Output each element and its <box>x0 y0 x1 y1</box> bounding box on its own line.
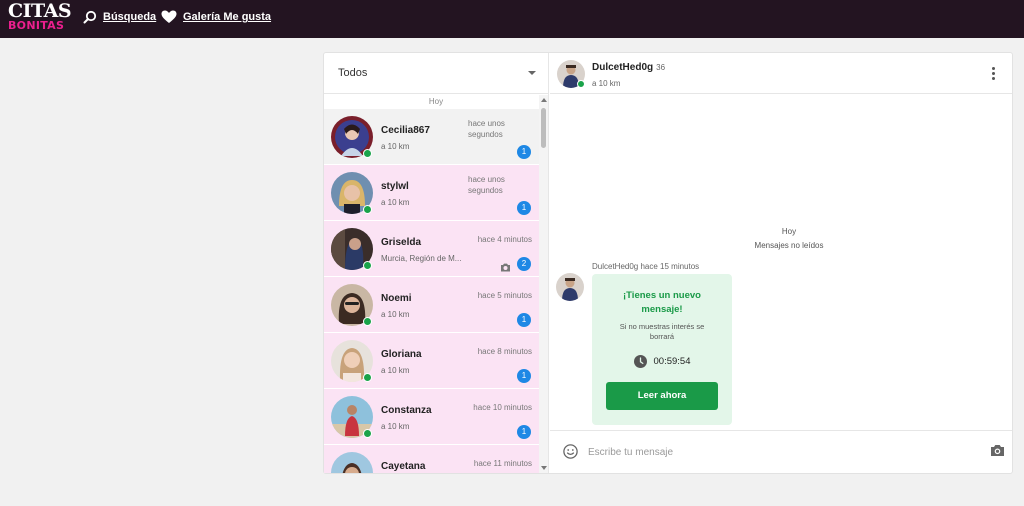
conversation-distance: a 10 km <box>381 198 410 207</box>
conversation-time: hace unos segundos <box>468 119 505 139</box>
online-status-dot <box>363 429 372 438</box>
locked-message-bubble: ¡Tienes un nuevo mensaje! Si no muestras… <box>592 274 732 425</box>
conversation-distance: a 10 km <box>381 142 410 151</box>
site-logo[interactable]: CITAS BONITAS <box>8 2 72 36</box>
conversation-distance: a 10 km <box>381 310 410 319</box>
conversation-name: Griselda <box>381 237 422 248</box>
nav-likes-gallery-link[interactable]: Galería Me gusta <box>161 10 271 24</box>
conversation-time: hace 4 minutos <box>477 235 532 244</box>
conversation-time: hace 10 minutos <box>473 403 532 412</box>
nav-search-link[interactable]: Búsqueda <box>83 10 156 24</box>
online-status-dot <box>363 317 372 326</box>
filter-selected-value: Todos <box>338 67 368 79</box>
conversation-item[interactable]: Griselda Murcia, Región de M... hace 4 m… <box>324 221 539 277</box>
conversation-name: Gloriana <box>381 349 422 360</box>
unread-count-badge: 1 <box>517 201 531 215</box>
online-status-dot <box>363 205 372 214</box>
more-vertical-icon[interactable] <box>992 67 996 82</box>
top-navigation-bar: CITAS BONITAS Búsqueda Galería Me gusta <box>0 0 1024 38</box>
chat-contact-name[interactable]: DulcetHed0g 36 <box>592 62 665 73</box>
scroll-up-arrow-icon[interactable] <box>541 98 547 102</box>
conversation-list: Cecilia867 a 10 km hace unos segundos 1 … <box>324 109 539 473</box>
unread-count-badge: 1 <box>517 145 531 159</box>
message-input[interactable] <box>588 442 968 462</box>
conversation-name: Constanza <box>381 405 432 416</box>
conversation-distance: a 10 km <box>381 422 410 431</box>
read-now-button[interactable]: Leer ahora <box>606 382 718 410</box>
chat-panel: DulcetHed0g 36 a 10 km Hoy Mensajes no le… <box>550 53 1012 473</box>
chat-header: DulcetHed0g 36 a 10 km <box>550 53 1012 94</box>
online-status-dot <box>363 373 372 382</box>
emoji-icon[interactable] <box>563 444 578 464</box>
bubble-subtitle: Si no muestras interés se borrará <box>619 322 705 341</box>
conversation-name: Noemi <box>381 293 412 304</box>
conversation-item[interactable]: Cecilia867 a 10 km hace unos segundos 1 <box>324 109 539 165</box>
conversation-time: hace 11 minutos <box>473 459 532 468</box>
unread-messages-label: Mensajes no leídos <box>754 241 824 250</box>
message-composer <box>550 430 1012 473</box>
chat-contact-age: 36 <box>656 63 666 72</box>
bubble-title: ¡Tienes un nuevo mensaje! <box>623 290 701 315</box>
conversation-name: stylwl <box>381 181 409 192</box>
unread-count-badge: 1 <box>517 369 531 383</box>
camera-icon[interactable] <box>990 444 1005 462</box>
message-meta: DulcetHed0g hace 15 minutos <box>592 262 700 271</box>
conversation-item[interactable]: Gloriana a 10 km hace 8 minutos 1 <box>324 333 539 389</box>
chat-day-separator: Hoy <box>781 227 797 236</box>
online-status-dot <box>363 149 372 158</box>
conversation-list-panel: Todos Hoy Cecilia867 a 10 km hace unos s… <box>324 53 549 473</box>
chat-contact-username: DulcetHed0g <box>592 62 654 73</box>
chat-contact-distance: a 10 km <box>592 79 621 88</box>
camera-icon <box>500 259 511 277</box>
conversation-item[interactable]: Cayetana hace 11 minutos <box>324 445 539 473</box>
conversation-name: Cayetana <box>381 461 426 472</box>
conversation-list-scrollbar[interactable] <box>539 95 548 473</box>
conversation-distance: Murcia, Región de M... <box>381 254 462 263</box>
conversation-distance: a 10 km <box>381 366 410 375</box>
nav-search-label: Búsqueda <box>103 11 157 23</box>
chevron-down-icon <box>528 71 536 75</box>
scrollbar-thumb[interactable] <box>541 108 546 148</box>
scroll-down-arrow-icon[interactable] <box>541 466 547 470</box>
conversation-filter-dropdown[interactable]: Todos <box>324 53 548 94</box>
countdown-timer: 00:59:54 <box>592 355 732 368</box>
avatar <box>556 273 584 301</box>
logo-line-2: BONITAS <box>8 19 65 32</box>
online-status-dot <box>577 80 585 88</box>
conversation-time: hace unos segundos <box>468 175 505 195</box>
conversation-name: Cecilia867 <box>381 125 430 136</box>
heart-icon <box>161 10 177 23</box>
message-area: Hoy Mensajes no leídos DulcetHed0g hace … <box>550 95 1012 429</box>
unread-count-badge: 1 <box>517 313 531 327</box>
countdown-value: 00:59:54 <box>653 356 691 367</box>
nav-likes-label: Galería Me gusta <box>183 11 272 23</box>
conversation-time: hace 8 minutos <box>477 347 532 356</box>
messages-card: Todos Hoy Cecilia867 a 10 km hace unos s… <box>323 52 1013 474</box>
unread-count-badge: 1 <box>517 425 531 439</box>
conversation-item[interactable]: Noemi a 10 km hace 5 minutos 1 <box>324 277 539 333</box>
conversation-item[interactable]: Constanza a 10 km hace 10 minutos 1 <box>324 389 539 445</box>
unread-count-badge: 2 <box>517 257 531 271</box>
search-icon <box>83 10 97 24</box>
online-status-dot <box>363 261 372 270</box>
clock-icon <box>633 355 647 368</box>
conversation-item[interactable]: stylwl a 10 km hace unos segundos 1 <box>324 165 539 221</box>
list-day-separator: Hoy <box>428 97 444 106</box>
conversation-time: hace 5 minutos <box>477 291 532 300</box>
avatar <box>331 452 373 473</box>
